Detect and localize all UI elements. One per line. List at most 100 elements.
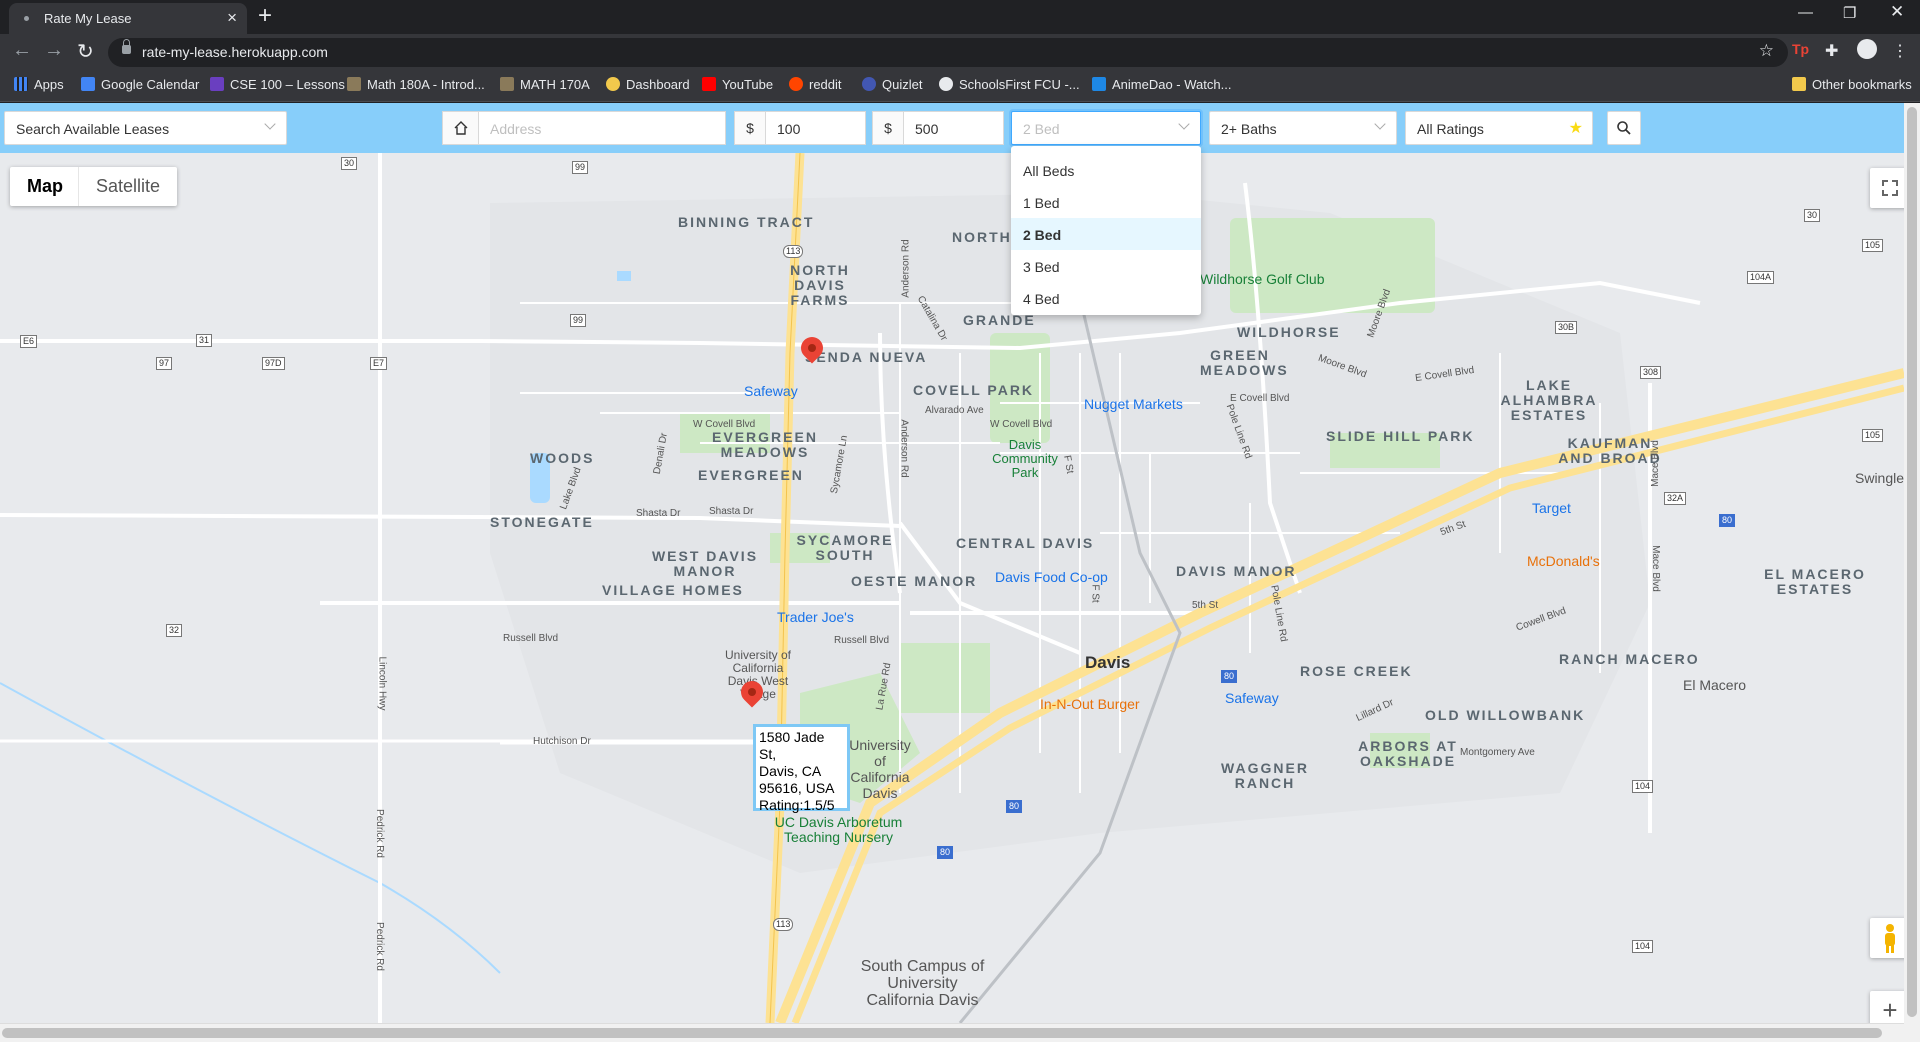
close-tab-icon[interactable]: × — [227, 8, 237, 28]
baths-select[interactable]: 2+ Baths — [1209, 111, 1397, 145]
bookmark-quizlet[interactable]: Quizlet — [862, 77, 922, 92]
apps-grid-icon — [14, 77, 28, 91]
scrollbar-thumb[interactable] — [2, 1028, 1882, 1038]
area-label: SLIDE HILL PARK — [1326, 428, 1475, 444]
new-tab-icon[interactable]: + — [258, 3, 272, 29]
option-3-bed[interactable]: 3 Bed — [1011, 250, 1201, 282]
bookmark-other[interactable]: Other bookmarks — [1792, 77, 1912, 92]
poi-label[interactable]: Trader Joe's — [777, 609, 854, 625]
street-label: Pedrick Rd — [373, 922, 385, 971]
route-shield: 104A — [1747, 271, 1775, 284]
route-shield: 31 — [196, 334, 213, 347]
quizlet-icon — [862, 77, 876, 91]
ratings-select[interactable]: All Ratings ★ — [1405, 111, 1593, 145]
option-2-bed[interactable]: 2 Bed — [1011, 218, 1201, 250]
option-1-bed[interactable]: 1 Bed — [1011, 186, 1201, 218]
bookmark-reddit[interactable]: reddit — [789, 77, 842, 92]
satellite-button[interactable]: Satellite — [96, 167, 160, 206]
search-leases-select[interactable]: Search Available Leases — [4, 111, 287, 145]
poi-label[interactable]: Safeway — [1225, 690, 1279, 706]
min-price-input[interactable]: 100 — [765, 111, 866, 145]
forward-icon[interactable]: → — [44, 39, 64, 62]
search-button[interactable] — [1607, 111, 1641, 145]
poi-label[interactable]: University of California Davis — [845, 737, 915, 801]
lease-info-window: 1580 Jade St, Davis, CA 95616, USA Ratin… — [753, 724, 850, 813]
city-label: Davis — [1085, 653, 1131, 672]
bookmark-math170a[interactable]: MATH 170A — [500, 77, 590, 92]
info-rating: Rating:1.5/5 — [759, 797, 835, 813]
route-shield: 80 — [1006, 800, 1023, 813]
calendar-icon — [81, 77, 95, 91]
street-label: E Covell Blvd — [1230, 393, 1290, 404]
bookmark-google-calendar[interactable]: Google Calendar — [81, 77, 199, 92]
bookmark-youtube[interactable]: YouTube — [702, 77, 773, 92]
street-label: Mace Blvd — [1649, 545, 1661, 592]
star-icon: ★ — [1568, 120, 1583, 137]
poi-label[interactable]: Safeway — [744, 383, 798, 399]
close-window-icon[interactable]: ✕ — [1890, 2, 1904, 22]
bookmark-star-icon[interactable]: ☆ — [1759, 41, 1774, 61]
area-label: SYCAMORE SOUTH — [796, 532, 894, 563]
extension-tp-icon[interactable]: Tp — [1792, 41, 1809, 57]
fullscreen-button[interactable] — [1870, 168, 1904, 208]
street-label: W Covell Blvd — [693, 419, 756, 430]
minimize-icon[interactable]: — — [1798, 4, 1813, 21]
min-price-currency: $ — [734, 111, 766, 145]
min-price-value: 100 — [777, 121, 801, 137]
address-input[interactable]: Address — [478, 111, 726, 145]
bookmark-schoolsfirst[interactable]: SchoolsFirst FCU -... — [939, 77, 1080, 92]
area-label: ARBORS AT OAKSHADE — [1358, 738, 1458, 769]
route-shield: 80 — [937, 846, 954, 859]
poi-label[interactable]: Wildhorse Golf Club — [1200, 271, 1325, 287]
route-shield: 104 — [1632, 780, 1654, 793]
zoom-in-button[interactable]: + — [1870, 991, 1904, 1023]
pegman-button[interactable] — [1870, 918, 1904, 958]
reload-icon[interactable]: ↻ — [77, 39, 94, 64]
vertical-scrollbar[interactable] — [1904, 103, 1920, 1042]
area-label: WOODS — [530, 450, 595, 466]
map-canvas[interactable]: Map Satellite + BINNING TRACT NORTH DAVI… — [0, 153, 1904, 1023]
scrollbar-thumb[interactable] — [1907, 107, 1917, 1017]
beds-select[interactable]: 2 Bed — [1011, 111, 1201, 145]
street-label: Russell Blvd — [503, 633, 559, 644]
tab-title: Rate My Lease — [44, 11, 132, 26]
chevron-down-icon — [1374, 118, 1386, 130]
back-icon[interactable]: ← — [12, 39, 32, 62]
area-label: ROSE CREEK — [1300, 663, 1413, 679]
option-4-bed[interactable]: 4 Bed — [1011, 282, 1201, 314]
canvas-icon — [606, 77, 620, 91]
info-address-line3: 95616, USA — [759, 780, 835, 796]
bookmark-math180a[interactable]: Math 180A - Introd... — [347, 77, 485, 92]
horizontal-scrollbar[interactable] — [0, 1023, 1904, 1042]
poi-label[interactable]: Davis Community Park — [990, 438, 1060, 480]
area-label: WILDHORSE — [1237, 324, 1341, 340]
route-shield: 80 — [1221, 670, 1238, 683]
area-label: SENDA NUEVA — [805, 349, 928, 365]
route-shield: 30B — [1555, 321, 1578, 334]
poi-label[interactable]: Target — [1532, 500, 1571, 516]
option-all-beds[interactable]: All Beds — [1011, 154, 1201, 186]
profile-avatar[interactable] — [1857, 39, 1877, 59]
bookmark-cse100[interactable]: CSE 100 – Lessons — [210, 77, 345, 92]
pegman-icon — [1885, 924, 1895, 953]
poi-label[interactable]: Nugget Markets — [1084, 396, 1183, 412]
poi-label[interactable]: McDonald's — [1527, 553, 1600, 569]
street-label: Anderson Rd — [898, 419, 910, 478]
lock-icon — [122, 39, 131, 54]
browser-tab[interactable]: Rate My Lease × — [9, 3, 247, 34]
poi-label[interactable]: Davis Food Co-op — [995, 569, 1108, 585]
map-button[interactable]: Map — [27, 167, 63, 206]
max-price-input[interactable]: 500 — [903, 111, 1004, 145]
poi-label[interactable]: In-N-Out Burger — [1040, 696, 1140, 712]
menu-icon[interactable]: ⋮ — [1892, 41, 1908, 61]
area-label: WEST DAVIS MANOR — [651, 548, 759, 579]
bookmark-dashboard[interactable]: Dashboard — [606, 77, 690, 92]
address-bar[interactable]: rate-my-lease.herokuapp.com ☆ — [108, 38, 1788, 67]
restore-icon[interactable]: ❐ — [1843, 4, 1856, 22]
poi-label[interactable]: UC Davis Arboretum Teaching Nursery — [756, 815, 921, 845]
poi-label[interactable]: South Campus of University California Da… — [860, 958, 985, 1009]
bookmark-animedao[interactable]: AnimeDao - Watch... — [1092, 77, 1231, 92]
browser-toolbar: ← → ↻ rate-my-lease.herokuapp.com ☆ Tp ✚… — [0, 34, 1920, 70]
puzzle-extensions-icon[interactable]: ✚ — [1825, 41, 1838, 61]
bookmark-apps[interactable]: Apps — [14, 77, 64, 92]
